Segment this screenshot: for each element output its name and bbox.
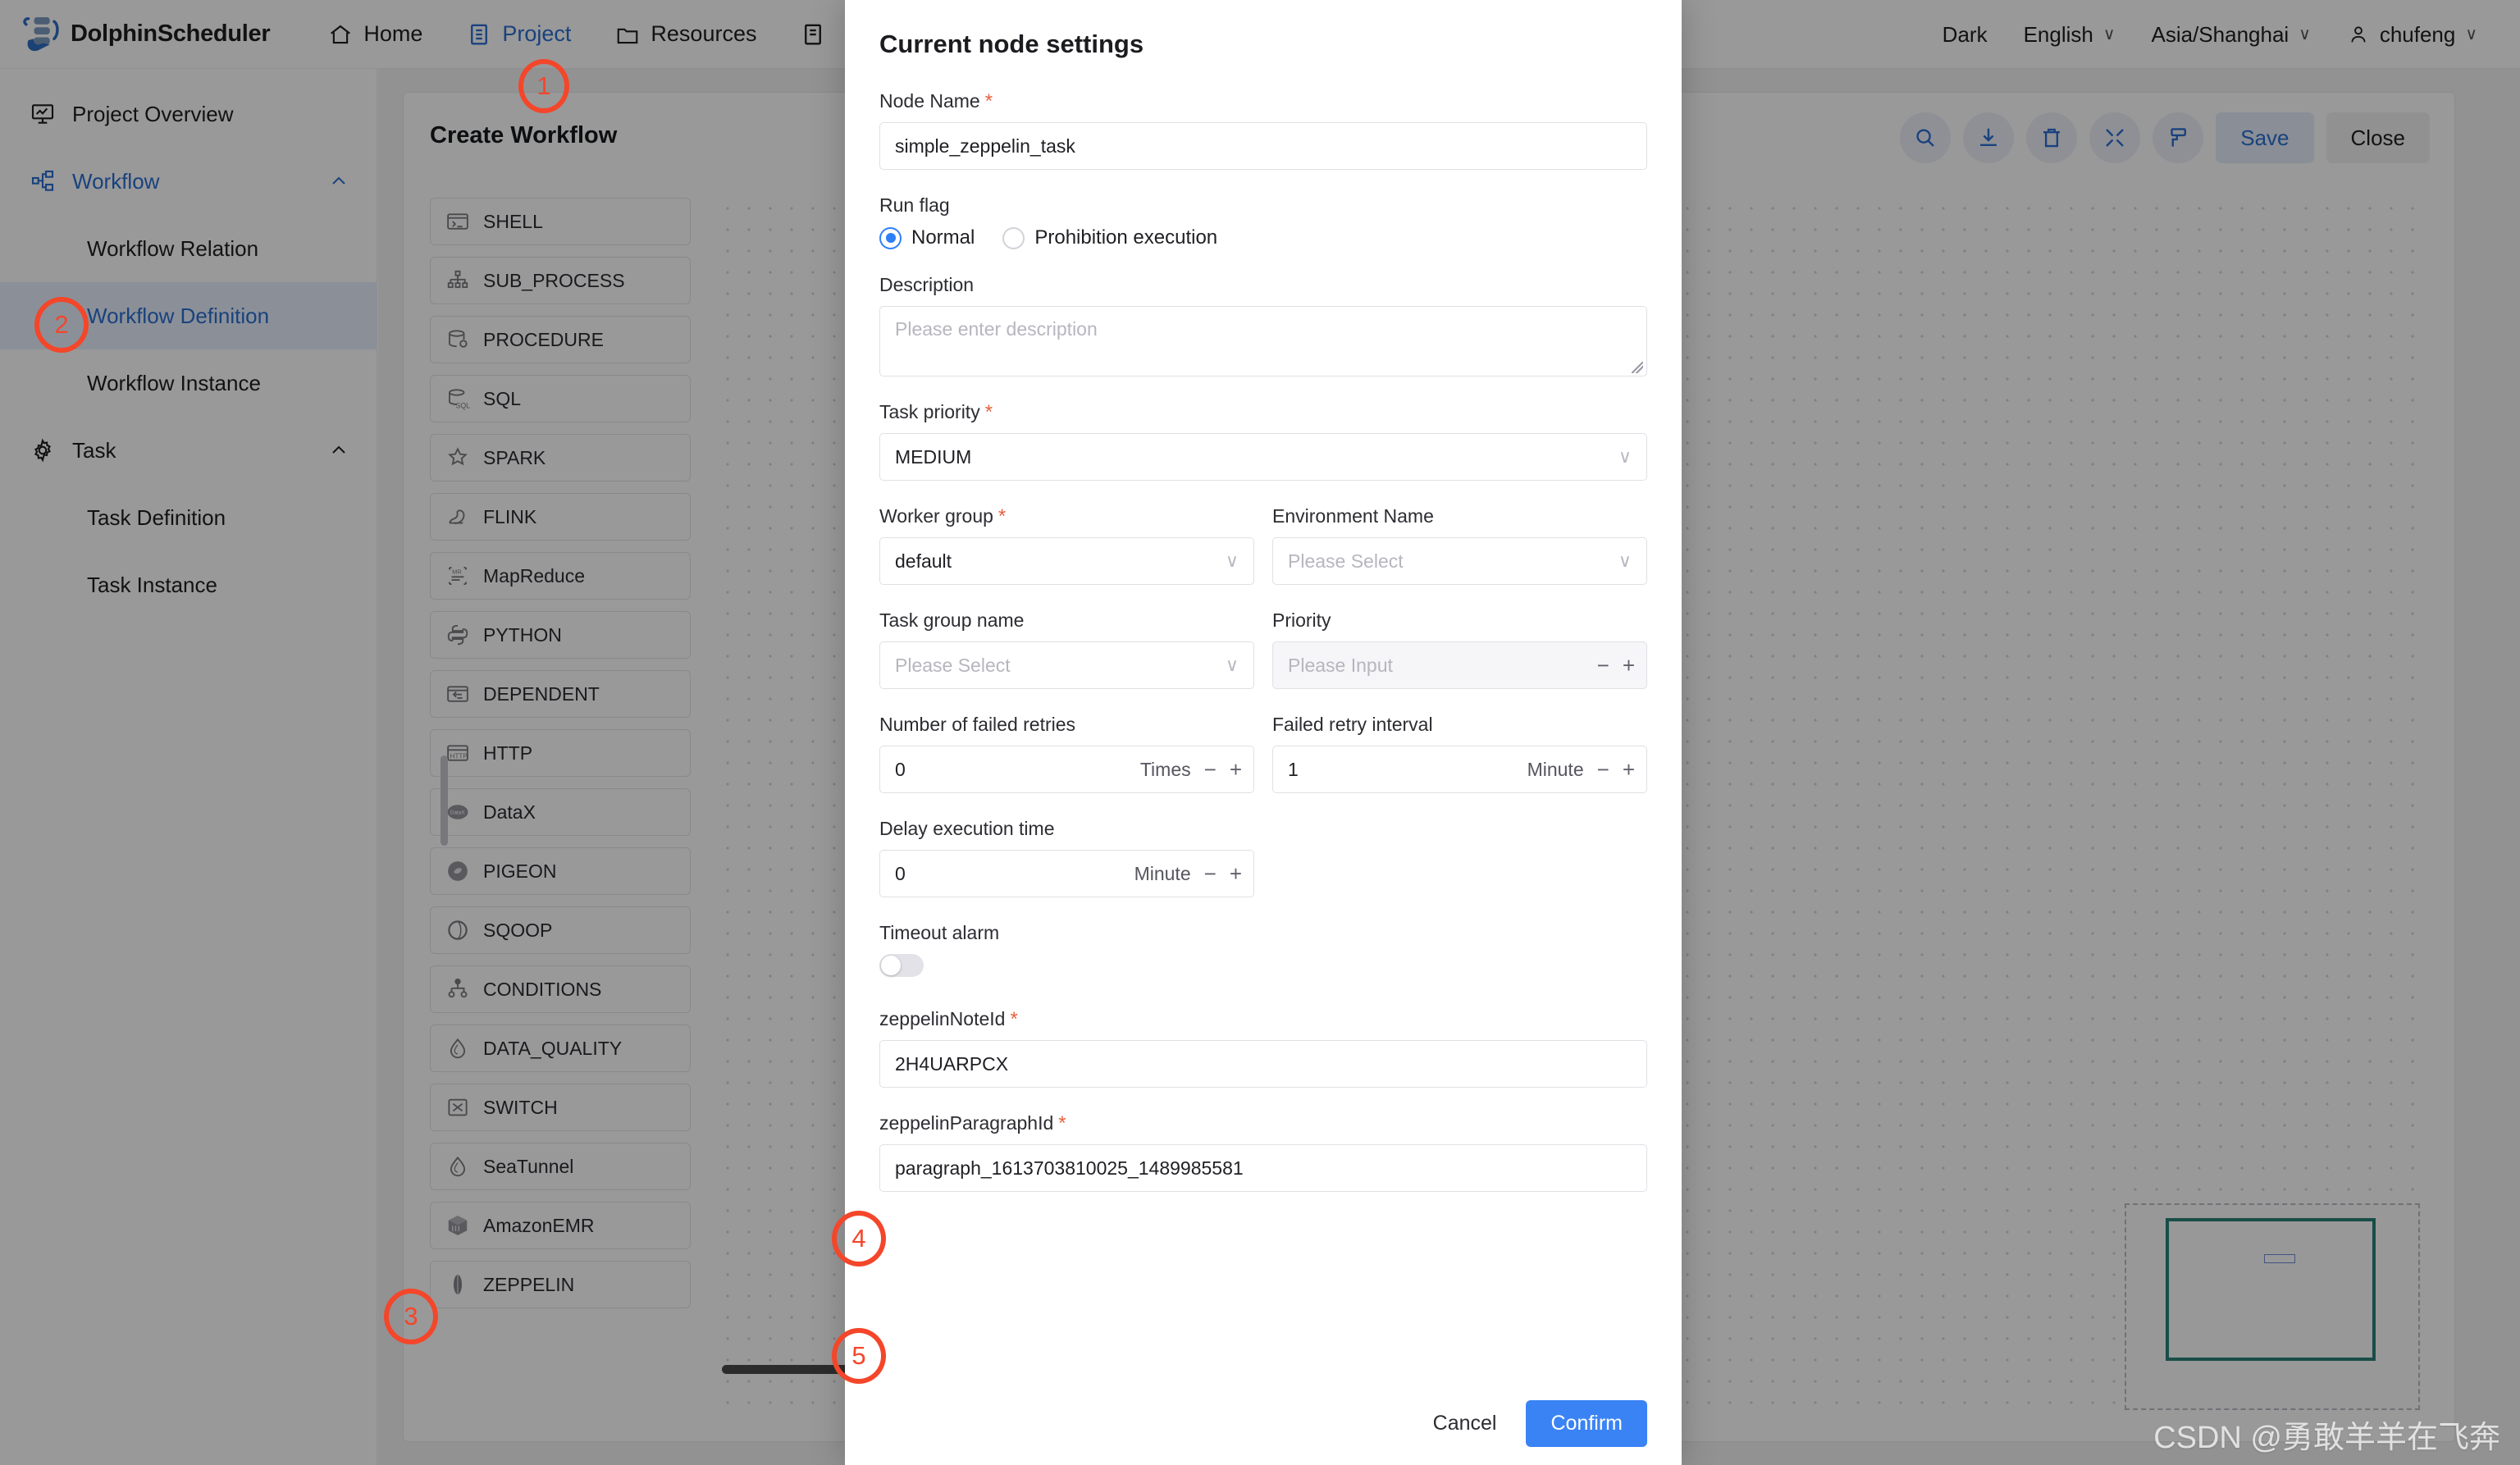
field-number-of-failed-retries: Number of failed retries 0 Times − + (879, 714, 1254, 793)
environment-name-select[interactable]: Please Select ∨ (1272, 537, 1647, 585)
failed-retry-interval-label: Failed retry interval (1272, 714, 1433, 735)
row-delay: Delay execution time 0 Minute − + (879, 818, 1647, 922)
priority-stepper-controls: − + (1597, 653, 1635, 678)
failed-retries-unit: Times (1139, 758, 1191, 780)
failed-retry-interval-controls: Minute − + (1527, 757, 1635, 783)
confirm-button[interactable]: Confirm (1526, 1400, 1647, 1447)
zeppelin-note-id-input[interactable]: 2H4UARPCX (879, 1040, 1647, 1088)
delay-execution-time-value: 0 (895, 862, 906, 884)
dialog-title: Current node settings (879, 30, 1144, 58)
worker-group-label: Worker group (879, 505, 993, 527)
task-priority-select[interactable]: MEDIUM ∨ (879, 433, 1647, 481)
run-flag-radio-group: Normal Prohibition execution (879, 226, 1647, 249)
priority-stepper[interactable]: Please Input − + (1272, 641, 1647, 689)
radio-prohibition-execution[interactable]: Prohibition execution (1002, 226, 1217, 249)
worker-group-value: default (895, 550, 952, 572)
dialog-footer: Cancel Confirm (845, 1400, 1682, 1447)
failed-retries-value: 0 (895, 758, 906, 780)
zeppelin-paragraph-id-label-row: zeppelinParagraphId * (879, 1112, 1647, 1134)
failed-retries-controls: Times − + (1140, 757, 1242, 783)
field-delay-execution-time: Delay execution time 0 Minute − + (879, 818, 1254, 897)
description-label: Description (879, 274, 975, 295)
required-asterisk: * (984, 401, 993, 423)
radio-normal-label: Normal (911, 226, 975, 249)
increment-icon[interactable]: + (1623, 757, 1635, 783)
node-name-label-row: Node Name * (879, 90, 1647, 112)
radio-dot-selected-icon (879, 226, 902, 249)
field-task-priority: Task priority * MEDIUM ∨ (879, 401, 1647, 481)
field-delay-spacer (1272, 818, 1647, 897)
field-failed-retry-interval: Failed retry interval 1 Minute − + (1272, 714, 1647, 793)
worker-group-select[interactable]: default ∨ (879, 537, 1254, 585)
field-zeppelin-paragraph-id: zeppelinParagraphId * paragraph_16137038… (879, 1112, 1647, 1192)
delay-execution-time-unit: Minute (1134, 862, 1191, 884)
row-worker-environment: Worker group * default ∨ Environment Nam… (879, 505, 1647, 609)
watermark: CSDN @勇敢羊羊在飞奔 (2153, 1421, 2500, 1455)
required-asterisk: * (1010, 1008, 1018, 1030)
node-name-label: Node Name (879, 90, 980, 112)
environment-name-placeholder: Please Select (1288, 550, 1404, 572)
task-priority-value: MEDIUM (895, 445, 972, 468)
app-root: DolphinScheduler Home Project Resources … (0, 0, 2520, 1465)
field-environment-name: Environment Name Please Select ∨ (1272, 505, 1647, 585)
increment-icon[interactable]: + (1230, 757, 1242, 783)
zeppelin-paragraph-id-input[interactable]: paragraph_1613703810025_1489985581 (879, 1144, 1647, 1192)
delay-execution-time-stepper[interactable]: 0 Minute − + (879, 850, 1254, 897)
priority-label: Priority (1272, 609, 1331, 631)
failed-retries-label: Number of failed retries (879, 714, 1076, 735)
radio-normal[interactable]: Normal (879, 226, 975, 249)
failed-retry-interval-unit: Minute (1527, 758, 1584, 780)
task-priority-label: Task priority (879, 401, 980, 422)
field-description: Description Please enter description (879, 274, 1647, 377)
failed-retry-interval-value: 1 (1288, 758, 1299, 780)
field-worker-group: Worker group * default ∨ (879, 505, 1254, 585)
row-taskgroup-priority: Task group name Please Select ∨ Priority… (879, 609, 1647, 714)
field-task-group-name: Task group name Please Select ∨ (879, 609, 1254, 689)
chevron-down-icon: ∨ (1618, 550, 1632, 571)
radio-dot-icon (1002, 226, 1025, 249)
chevron-down-icon: ∨ (1225, 655, 1239, 675)
decrement-icon[interactable]: − (1204, 757, 1217, 783)
task-priority-label-row: Task priority * (879, 401, 1647, 423)
task-group-name-select[interactable]: Please Select ∨ (879, 641, 1254, 689)
environment-name-label: Environment Name (1272, 505, 1434, 527)
required-asterisk: * (984, 90, 993, 112)
worker-group-label-row: Worker group * (879, 505, 1254, 527)
field-node-name: Node Name * simple_zeppelin_task (879, 90, 1647, 170)
increment-icon[interactable]: + (1623, 653, 1635, 678)
chevron-down-icon: ∨ (1225, 550, 1239, 571)
priority-placeholder: Please Input (1288, 654, 1393, 676)
decrement-icon[interactable]: − (1204, 861, 1217, 887)
decrement-icon[interactable]: − (1597, 757, 1609, 783)
failed-retry-interval-stepper[interactable]: 1 Minute − + (1272, 746, 1647, 793)
field-priority: Priority Please Input − + (1272, 609, 1647, 689)
run-flag-label: Run flag (879, 194, 950, 216)
zeppelin-note-id-label: zeppelinNoteId (879, 1008, 1006, 1029)
failed-retries-stepper[interactable]: 0 Times − + (879, 746, 1254, 793)
required-asterisk: * (998, 505, 1007, 527)
chevron-down-icon: ∨ (1618, 446, 1632, 467)
field-timeout-alarm: Timeout alarm (879, 922, 1647, 977)
zeppelin-note-id-label-row: zeppelinNoteId * (879, 1008, 1647, 1030)
zeppelin-paragraph-id-label: zeppelinParagraphId (879, 1112, 1054, 1134)
field-run-flag: Run flag Normal Prohibition execution (879, 194, 1647, 249)
decrement-icon[interactable]: − (1597, 653, 1609, 678)
row-retries: Number of failed retries 0 Times − + Fai… (879, 714, 1647, 818)
field-zeppelin-note-id: zeppelinNoteId * 2H4UARPCX (879, 1008, 1647, 1088)
increment-icon[interactable]: + (1230, 861, 1242, 887)
task-group-name-label: Task group name (879, 609, 1025, 631)
current-node-settings-dialog: Current node settings Node Name * simple… (845, 0, 1682, 1465)
delay-execution-time-label: Delay execution time (879, 818, 1055, 839)
description-textarea[interactable]: Please enter description (879, 306, 1647, 377)
radio-prohibition-label: Prohibition execution (1034, 226, 1218, 249)
task-group-name-placeholder: Please Select (895, 654, 1011, 676)
required-asterisk: * (1058, 1112, 1066, 1134)
delay-execution-time-controls: Minute − + (1134, 861, 1242, 887)
timeout-alarm-label: Timeout alarm (879, 922, 1000, 943)
node-name-input[interactable]: simple_zeppelin_task (879, 122, 1647, 170)
cancel-button[interactable]: Cancel (1415, 1402, 1515, 1445)
timeout-alarm-toggle[interactable] (879, 954, 924, 977)
